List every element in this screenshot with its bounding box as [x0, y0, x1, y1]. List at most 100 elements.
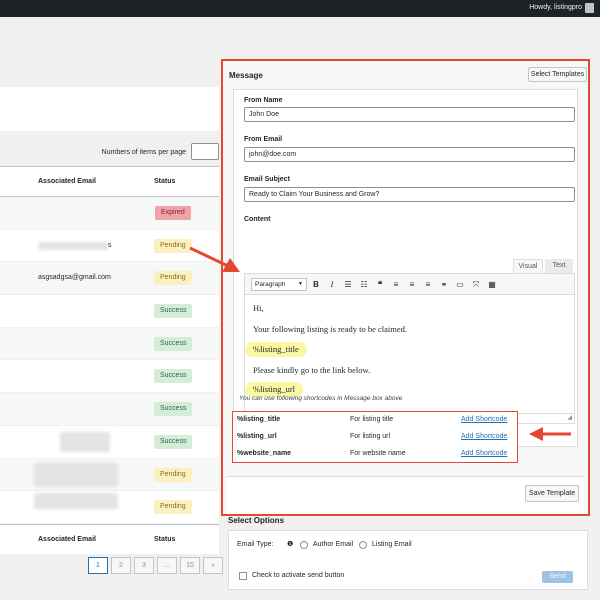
activate-send-checkbox[interactable] [239, 572, 247, 580]
shortcode-code: %listing_url [237, 433, 277, 440]
table-row: Success [0, 393, 219, 426]
email-subject-input[interactable]: Ready to Claim Your Business and Grow? [244, 187, 575, 202]
bold-icon[interactable]: B [311, 279, 321, 290]
italic-icon[interactable]: I [327, 279, 337, 290]
align-right-icon[interactable]: ≡ [423, 279, 433, 290]
blockquote-icon[interactable]: ❝ [375, 279, 385, 290]
fullscreen-icon[interactable]: ⤧ [471, 279, 481, 290]
add-shortcode-link[interactable]: Add Shortcode [461, 450, 507, 457]
table-row: Success [0, 295, 219, 328]
table-row: Pending [0, 458, 219, 492]
avatar[interactable] [585, 3, 594, 13]
shortcode-row: %listing_url For listing url Add Shortco… [233, 429, 517, 446]
from-name-input[interactable]: John Doe [244, 107, 575, 122]
items-per-page-label: Numbers of items per page [101, 149, 186, 156]
add-shortcode-link[interactable]: Add Shortcode [461, 433, 507, 440]
email-subject-label: Email Subject [244, 176, 290, 183]
shortcode-desc: For listing title [350, 416, 394, 423]
align-center-icon[interactable]: ≡ [407, 279, 417, 290]
read-more-icon[interactable]: ▭ [455, 279, 465, 290]
message-panel: Message Select Templates From Name John … [221, 59, 590, 516]
status-badge: Pending [154, 467, 192, 482]
table-row: Success [0, 426, 219, 459]
editor-greeting: Hi, [253, 303, 264, 313]
row-email: s [108, 241, 112, 249]
editor-line-1: Your following listing is ready to be cl… [253, 324, 408, 334]
status-badge: Success [154, 336, 193, 351]
bullet-list-icon[interactable]: ☰ [343, 279, 353, 290]
numbered-list-icon[interactable]: ☷ [359, 279, 369, 290]
toolbar-toggle-icon[interactable]: ▦ [487, 279, 497, 290]
page-15-button[interactable]: 15 [180, 557, 200, 574]
column-footer-status[interactable]: Status [154, 536, 175, 543]
row-email: asgsadgsa@gmail.com [38, 274, 111, 282]
shortcode-row: %listing_title For listing title Add Sho… [233, 412, 517, 429]
info-icon: ❶ [287, 541, 294, 548]
status-badge: Success [154, 369, 193, 384]
select-options-title: Select Options [228, 516, 285, 525]
save-area: Save Template [227, 476, 584, 514]
tab-visual[interactable]: Visual [513, 259, 543, 273]
format-select[interactable]: Paragraph ▼ [251, 278, 307, 291]
status-badge: Success [154, 304, 193, 319]
status-badge: Expired [155, 206, 191, 220]
tab-text[interactable]: Text [545, 259, 573, 273]
select-options-box: Email Type: ❶ Author Email Listing Email… [228, 530, 588, 590]
from-email-label: From Email [244, 136, 283, 143]
page-3-button[interactable]: 3 [134, 557, 154, 574]
admin-bar: Howdy, listingpro [0, 0, 600, 17]
shortcode-code: %website_name [237, 450, 292, 457]
page-ellipsis: ... [157, 557, 177, 574]
content-label: Content [244, 216, 271, 223]
table-header: Associated Email Status [0, 167, 219, 197]
table-row: Expired [0, 197, 219, 230]
status-badge: Success [154, 402, 193, 417]
howdy-greeting[interactable]: Howdy, listingpro [529, 4, 582, 11]
activate-send-label[interactable]: Check to activate send button [252, 572, 344, 579]
status-badge: Pending [154, 500, 192, 515]
redacted-email [38, 241, 108, 250]
annotation-arrow-editor [189, 246, 240, 272]
author-email-label[interactable]: Author Email [313, 541, 353, 548]
add-shortcode-link[interactable]: Add Shortcode [461, 416, 507, 423]
redacted-email [34, 462, 118, 487]
shortcode-listing-title-highlight: %listing_title [245, 342, 307, 357]
align-left-icon[interactable]: ≡ [391, 279, 401, 290]
listing-email-radio[interactable] [359, 541, 367, 549]
status-badge: Success [154, 434, 193, 449]
list-header-area [0, 87, 219, 131]
save-template-button[interactable]: Save Template [525, 485, 579, 502]
annotation-arrow-shortcodes [529, 427, 571, 441]
editor-toolbar: Paragraph ▼ B I ☰ ☷ ❝ ≡ ≡ ≡ ⚭ ▭ ⤧ ▦ [244, 273, 575, 295]
from-name-label: From Name [244, 97, 283, 104]
column-footer-email[interactable]: Associated Email [38, 536, 96, 543]
shortcode-row: %website_name For website name Add Short… [233, 446, 517, 463]
link-icon[interactable]: ⚭ [439, 279, 449, 290]
table-row: s Pending [0, 230, 219, 263]
page-2-button[interactable]: 2 [111, 557, 131, 574]
editor-line-2: Please kindly go to the link below. [253, 365, 371, 375]
status-badge: Pending [154, 271, 192, 286]
email-type-label: Email Type: [237, 541, 274, 548]
next-page-button[interactable]: » [203, 557, 223, 574]
table-footer: Associated Email Status [0, 523, 219, 554]
shortcode-desc: For website name [350, 450, 406, 457]
message-title: Message [229, 71, 263, 80]
format-select-value: Paragraph [255, 281, 286, 288]
table-row: Success [0, 360, 219, 394]
table-row: Pending [0, 491, 219, 524]
author-email-radio[interactable] [300, 541, 308, 549]
column-header-email[interactable]: Associated Email [38, 178, 96, 185]
select-templates-button[interactable]: Select Templates [528, 67, 587, 82]
column-header-status[interactable]: Status [154, 178, 175, 185]
chevron-down-icon: ▼ [298, 281, 303, 287]
redacted-email [34, 493, 118, 510]
message-form: From Name John Doe From Email john@doe.c… [233, 89, 578, 447]
page-1-button[interactable]: 1 [88, 557, 108, 574]
items-per-page-input[interactable] [191, 143, 219, 160]
listing-email-label[interactable]: Listing Email [372, 541, 412, 548]
resize-handle-icon[interactable]: ◢ [567, 414, 572, 421]
shortcode-desc: For listing url [350, 433, 391, 440]
from-email-input[interactable]: john@doe.com [244, 147, 575, 162]
send-button[interactable]: Send [542, 571, 573, 583]
